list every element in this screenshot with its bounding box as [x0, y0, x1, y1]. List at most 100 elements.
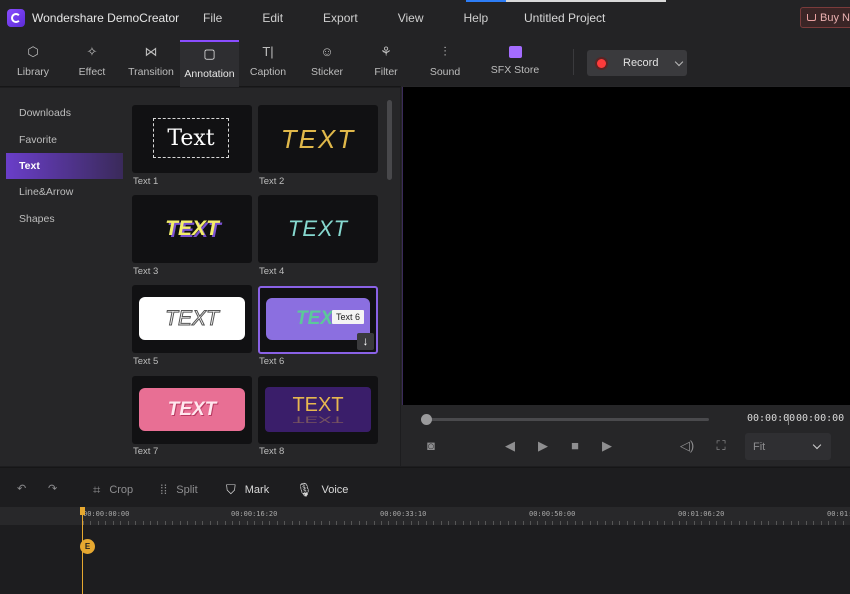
category-downloads[interactable]: Downloads	[6, 100, 123, 126]
template-tile-selected[interactable]: TEX Text 6 ↓	[258, 286, 378, 354]
menu-bar: File Edit Export View Help	[203, 0, 528, 35]
zoom-fit-value: Fit	[753, 440, 766, 453]
template-tile[interactable]: TEXT	[258, 105, 378, 173]
crop-button[interactable]: ⌗ Crop	[93, 482, 133, 498]
menu-edit[interactable]: Edit	[262, 11, 283, 25]
grid-scrollbar[interactable]	[387, 100, 392, 180]
voice-label: Voice	[321, 484, 349, 496]
crop-label: Crop	[109, 484, 134, 496]
chevron-down-icon	[812, 440, 822, 450]
undo-icon[interactable]: ↶	[17, 482, 26, 495]
template-tile[interactable]: TEXT	[258, 195, 378, 263]
fullscreen-icon[interactable]: ⛶	[713, 438, 729, 454]
template-tile[interactable]: Text	[132, 105, 252, 173]
tile-label: Text 2	[259, 176, 285, 187]
timeline-track-area[interactable]	[0, 525, 850, 594]
title-accent-line	[466, 0, 666, 2]
next-frame-icon[interactable]: ▶	[599, 438, 615, 454]
tile-preview-text: TEXT	[292, 393, 344, 416]
tab-effect[interactable]: ✧ Effect	[67, 40, 117, 87]
redo-icon[interactable]: ↷	[48, 482, 57, 495]
cart-icon	[807, 14, 816, 21]
tile-preview-text: TEXT	[287, 216, 349, 241]
mark-label: Mark	[244, 484, 270, 496]
menu-help[interactable]: Help	[464, 11, 489, 25]
ruler-label: 00:00:16:20	[231, 510, 278, 518]
tool-tabs: ⬡ Library ✧ Effect ⋈ Transition ▢ Annota…	[0, 35, 850, 87]
ruler-label: 00:00:33:10	[380, 510, 427, 518]
playback-progress-handle[interactable]	[421, 414, 432, 425]
tile-label: Text 3	[133, 266, 159, 277]
tab-library[interactable]: ⬡ Library	[8, 40, 58, 87]
app-window: Wondershare DemoCreator File Edit Export…	[0, 0, 850, 594]
toolbar-divider	[573, 49, 574, 75]
menu-file[interactable]: File	[203, 11, 222, 25]
volume-icon[interactable]: ◁)	[679, 438, 695, 454]
annotation-icon: ▢	[203, 46, 216, 61]
title-bar: Wondershare DemoCreator File Edit Export…	[0, 0, 850, 35]
split-label: Split	[176, 483, 198, 496]
time-separator	[788, 414, 789, 425]
tab-caption[interactable]: T| Caption	[243, 40, 293, 87]
template-tile[interactable]: TEXT	[132, 195, 252, 263]
tile-label: Text 7	[133, 446, 159, 457]
sound-wave-icon: ⫶	[443, 44, 447, 59]
playhead-handle[interactable]	[80, 507, 85, 515]
stop-icon[interactable]: ■	[567, 438, 583, 454]
template-tile[interactable]: TEXT TEXT	[258, 376, 378, 444]
tile-preview-text: TEXT	[139, 388, 245, 431]
tile-preview-box: TEXT TEXT	[265, 387, 371, 432]
playback-progress-track[interactable]	[426, 418, 709, 421]
split-button[interactable]: ⁞⁞ Split	[160, 482, 198, 497]
zoom-fit-select[interactable]: Fit	[745, 433, 831, 460]
category-shapes[interactable]: Shapes	[6, 206, 123, 232]
tab-sfx-store[interactable]: SFX Store	[489, 40, 541, 87]
download-icon[interactable]: ↓	[357, 333, 374, 350]
preview-canvas	[402, 87, 850, 405]
app-name: Wondershare DemoCreator	[32, 10, 180, 25]
mark-button[interactable]: ⛉ Mark	[226, 482, 269, 498]
prev-frame-icon[interactable]: ◀	[502, 438, 518, 454]
tile-preview-text: TEXT	[139, 297, 245, 340]
filter-icon: ⚘	[380, 44, 392, 59]
chevron-down-icon[interactable]	[675, 57, 684, 66]
tile-preview-text: TEXT	[165, 217, 219, 240]
preview-panel: 00:00:00 00:00:00 ◙ ◀ ▶ ■ ▶ ◁) ⛶ Fit	[401, 86, 850, 466]
screenshot-icon[interactable]: ◙	[423, 438, 439, 454]
record-button[interactable]: Record	[587, 50, 687, 76]
tab-annotation[interactable]: ▢ Annotation	[180, 40, 239, 87]
buy-button[interactable]: Buy N	[800, 7, 850, 28]
template-tile[interactable]: TEXT	[132, 376, 252, 444]
menu-export[interactable]: Export	[323, 11, 358, 25]
ruler-label: 00:00:00:00	[83, 510, 130, 518]
microphone-icon: 🎙︎	[296, 482, 313, 497]
play-icon[interactable]: ▶	[535, 438, 551, 454]
timeline-ruler[interactable]: 00:00:00:00 00:00:16:20 00:00:33:10 00:0…	[0, 507, 850, 525]
buy-label: Buy N	[820, 11, 850, 24]
tab-filter[interactable]: ⚘ Filter	[361, 40, 411, 87]
tile-label: Text 5	[133, 356, 159, 367]
category-text[interactable]: Text	[6, 153, 123, 179]
tile-label: Text 1	[133, 176, 159, 187]
category-favorite[interactable]: Favorite	[6, 127, 123, 153]
tile-preview-text: Text	[153, 118, 229, 158]
timeline-marker[interactable]: E	[80, 539, 95, 554]
template-tile[interactable]: TEXT	[132, 285, 252, 353]
menu-view[interactable]: View	[398, 11, 424, 25]
cube-icon: ⬡	[27, 44, 39, 59]
split-icon: ⁞⁞	[160, 482, 168, 497]
tab-sticker[interactable]: ☺ Sticker	[302, 40, 352, 87]
shield-mark-icon: ⛉	[226, 482, 236, 497]
ruler-label: 00:01:06:20	[678, 510, 725, 518]
tab-transition[interactable]: ⋈ Transition	[124, 40, 178, 87]
ruler-label: 00:00:50:00	[529, 510, 576, 518]
category-line-arrow[interactable]: Line&Arrow	[6, 179, 123, 205]
record-label: Record	[623, 57, 659, 69]
tab-sound[interactable]: ⫶ Sound	[420, 40, 470, 87]
tile-label: Text 6	[259, 356, 285, 367]
tile-label: Text 4	[259, 266, 285, 277]
tile-label: Text 8	[259, 446, 285, 457]
voice-button[interactable]: 🎙︎ Voice	[296, 482, 348, 498]
store-icon	[508, 46, 522, 58]
crop-icon: ⌗	[93, 482, 101, 497]
